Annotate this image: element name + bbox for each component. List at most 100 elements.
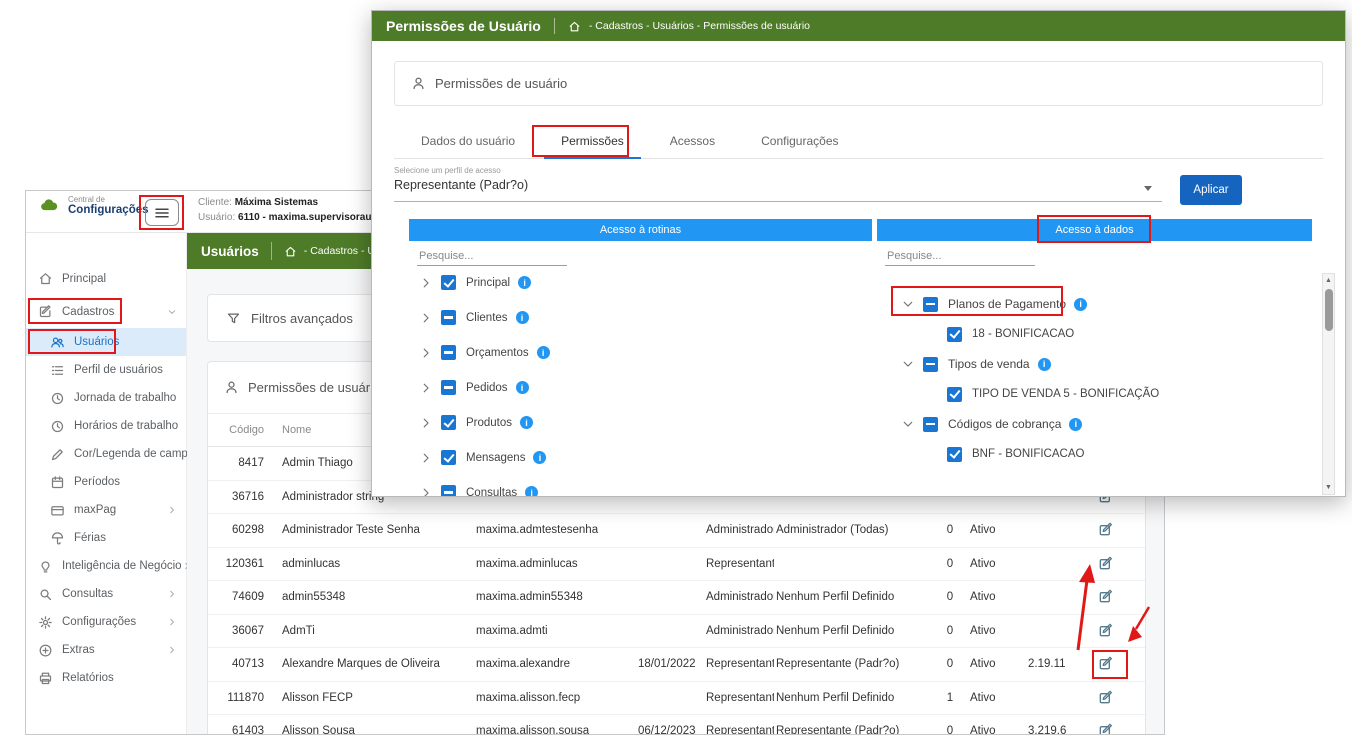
info-icon[interactable]: i [516, 381, 529, 394]
tab-acessos[interactable]: Acessos [647, 123, 738, 158]
routines-access-panel: Acesso à rotinas PrincipaliClientesiOrça… [409, 219, 872, 496]
edit-user-button[interactable] [1098, 648, 1124, 681]
chevron-right-icon[interactable] [419, 416, 433, 430]
chevron-right-icon[interactable] [419, 486, 433, 498]
sidebar-item-perfil-de-usuarios[interactable]: Perfil de usuários [26, 356, 186, 384]
checkbox-checked[interactable] [441, 275, 456, 290]
client-value: Máxima Sistemas [235, 197, 318, 208]
chevron-right-icon[interactable] [419, 311, 433, 325]
edit-user-button[interactable] [1098, 514, 1124, 547]
info-icon[interactable]: i [525, 486, 538, 497]
tree-item-label: Planos de Pagamento [948, 297, 1066, 311]
tree-item-label: Pedidos [466, 382, 508, 394]
cell-perfil: Administrador [706, 581, 774, 614]
checkbox-partial[interactable] [441, 485, 456, 497]
cell-versao: 3.219.6 [1028, 715, 1090, 735]
tree-item-label: BNF - BONIFICACAO [972, 448, 1084, 460]
sidebar-item-ferias[interactable]: Férias [26, 524, 186, 552]
tree-item-label: TIPO DE VENDA 5 - BONIFICAÇÃO [972, 388, 1159, 400]
home-icon[interactable] [568, 20, 581, 33]
info-icon[interactable]: i [537, 346, 550, 359]
info-icon[interactable]: i [533, 451, 546, 464]
checkbox-partial[interactable] [923, 297, 938, 312]
apply-button[interactable]: Aplicar [1180, 175, 1242, 205]
checkbox-checked[interactable] [947, 387, 962, 402]
chevron-right-icon [167, 589, 177, 599]
checkbox-partial[interactable] [923, 417, 938, 432]
column-header-codigo[interactable]: Código [224, 414, 264, 446]
sidebar-item-cadastros[interactable]: Cadastros [26, 295, 186, 328]
sidebar-item-periodos[interactable]: Períodos [26, 468, 186, 496]
sidebar-item-consultas[interactable]: Consultas [26, 580, 186, 608]
chevron-right-icon [167, 645, 177, 655]
calendar-icon [50, 475, 65, 490]
info-icon[interactable]: i [520, 416, 533, 429]
sidebar-item-relatorios[interactable]: Relatórios [26, 664, 186, 692]
checkbox-checked[interactable] [441, 415, 456, 430]
sidebar-item-cor-legenda-de-campos[interactable]: Cor/Legenda de campos [26, 440, 186, 468]
sidebar-item-horarios-de-trabalho[interactable]: Horários de trabalho [26, 412, 186, 440]
tree-item-label: Consultas [466, 487, 517, 498]
sidebar-item-label: Inteligência de Negócio [62, 560, 182, 572]
tab-dados-do-usuario[interactable]: Dados do usuário [398, 123, 538, 158]
user-permissions-modal: Permissões de Usuário - Cadastros - Usuá… [371, 10, 1346, 497]
checkbox-partial[interactable] [441, 380, 456, 395]
routines-search-input[interactable] [417, 247, 567, 266]
checkbox-checked[interactable] [947, 447, 962, 462]
checkbox-partial[interactable] [441, 345, 456, 360]
cell-perfil_acesso: Nenhum Perfil Definido [776, 682, 940, 715]
tab-configuracoes[interactable]: Configurações [738, 123, 861, 158]
home-icon[interactable] [284, 245, 297, 258]
chevron-right-icon[interactable] [419, 451, 433, 465]
cell-codigo: 60298 [224, 514, 264, 547]
checkbox-partial[interactable] [923, 357, 938, 372]
info-icon[interactable]: i [518, 276, 531, 289]
sidebar-item-inteligencia-de-negocio[interactable]: Inteligência de Negócio [26, 552, 186, 580]
sidebar-item-jornada-de-trabalho[interactable]: Jornada de trabalho [26, 384, 186, 412]
cell-codigo: 61403 [224, 715, 264, 735]
cell-data: 06/12/2023 [638, 715, 702, 735]
chevron-down-icon[interactable] [901, 417, 915, 431]
chevron-right-icon[interactable] [419, 381, 433, 395]
info-icon[interactable]: i [1069, 418, 1082, 431]
sidebar-item-usuarios[interactable]: Usuários [26, 328, 186, 356]
tree-item-label: Orçamentos [466, 347, 529, 359]
scroll-up-icon[interactable]: ▲ [1323, 274, 1334, 287]
checkbox-checked[interactable] [441, 450, 456, 465]
tab-label: Dados do usuário [421, 134, 515, 148]
data-panel-scrollbar[interactable]: ▲ ▼ [1322, 273, 1335, 495]
edit-user-button[interactable] [1098, 715, 1124, 735]
checkbox-checked[interactable] [947, 327, 962, 342]
scroll-down-icon[interactable]: ▼ [1323, 481, 1334, 494]
routine-item-consultas: Consultas i [409, 475, 872, 497]
cell-nome: AdmTi [282, 615, 472, 648]
info-icon[interactable]: i [1074, 298, 1087, 311]
client-label: Cliente: [198, 197, 232, 208]
sidebar-item-extras[interactable]: Extras [26, 636, 186, 664]
sidebar-nav: PrincipalCadastrosUsuáriosPerfil de usuá… [26, 233, 187, 734]
edit-user-button[interactable] [1098, 581, 1124, 614]
tab-permissoes[interactable]: Permissões [538, 123, 647, 158]
cell-codigo: 120361 [224, 548, 264, 581]
cell-codigo: 36716 [224, 481, 264, 514]
menu-toggle-button[interactable] [145, 199, 179, 226]
clock-icon [50, 391, 65, 406]
scrollbar-thumb[interactable] [1325, 289, 1333, 331]
info-icon[interactable]: i [516, 311, 529, 324]
chevron-down-icon[interactable] [901, 357, 915, 371]
edit-user-button[interactable] [1098, 682, 1124, 715]
edit-user-button[interactable] [1098, 548, 1124, 581]
sidebar-item-principal[interactable]: Principal [26, 262, 186, 295]
sidebar-item-configuracoes[interactable]: Configurações [26, 608, 186, 636]
sidebar-item-label: Jornada de trabalho [74, 392, 176, 404]
sidebar-item-maxpag[interactable]: maxPag [26, 496, 186, 524]
routines-panel-header: Acesso à rotinas [409, 219, 872, 241]
data-search-input[interactable] [885, 247, 1035, 266]
edit-user-button[interactable] [1098, 615, 1124, 648]
chevron-down-icon[interactable] [901, 297, 915, 311]
profile-select[interactable]: Selecione um perfil de acesso Representa… [394, 163, 1162, 203]
checkbox-partial[interactable] [441, 310, 456, 325]
chevron-right-icon[interactable] [419, 346, 433, 360]
chevron-right-icon[interactable] [419, 276, 433, 290]
info-icon[interactable]: i [1038, 358, 1051, 371]
